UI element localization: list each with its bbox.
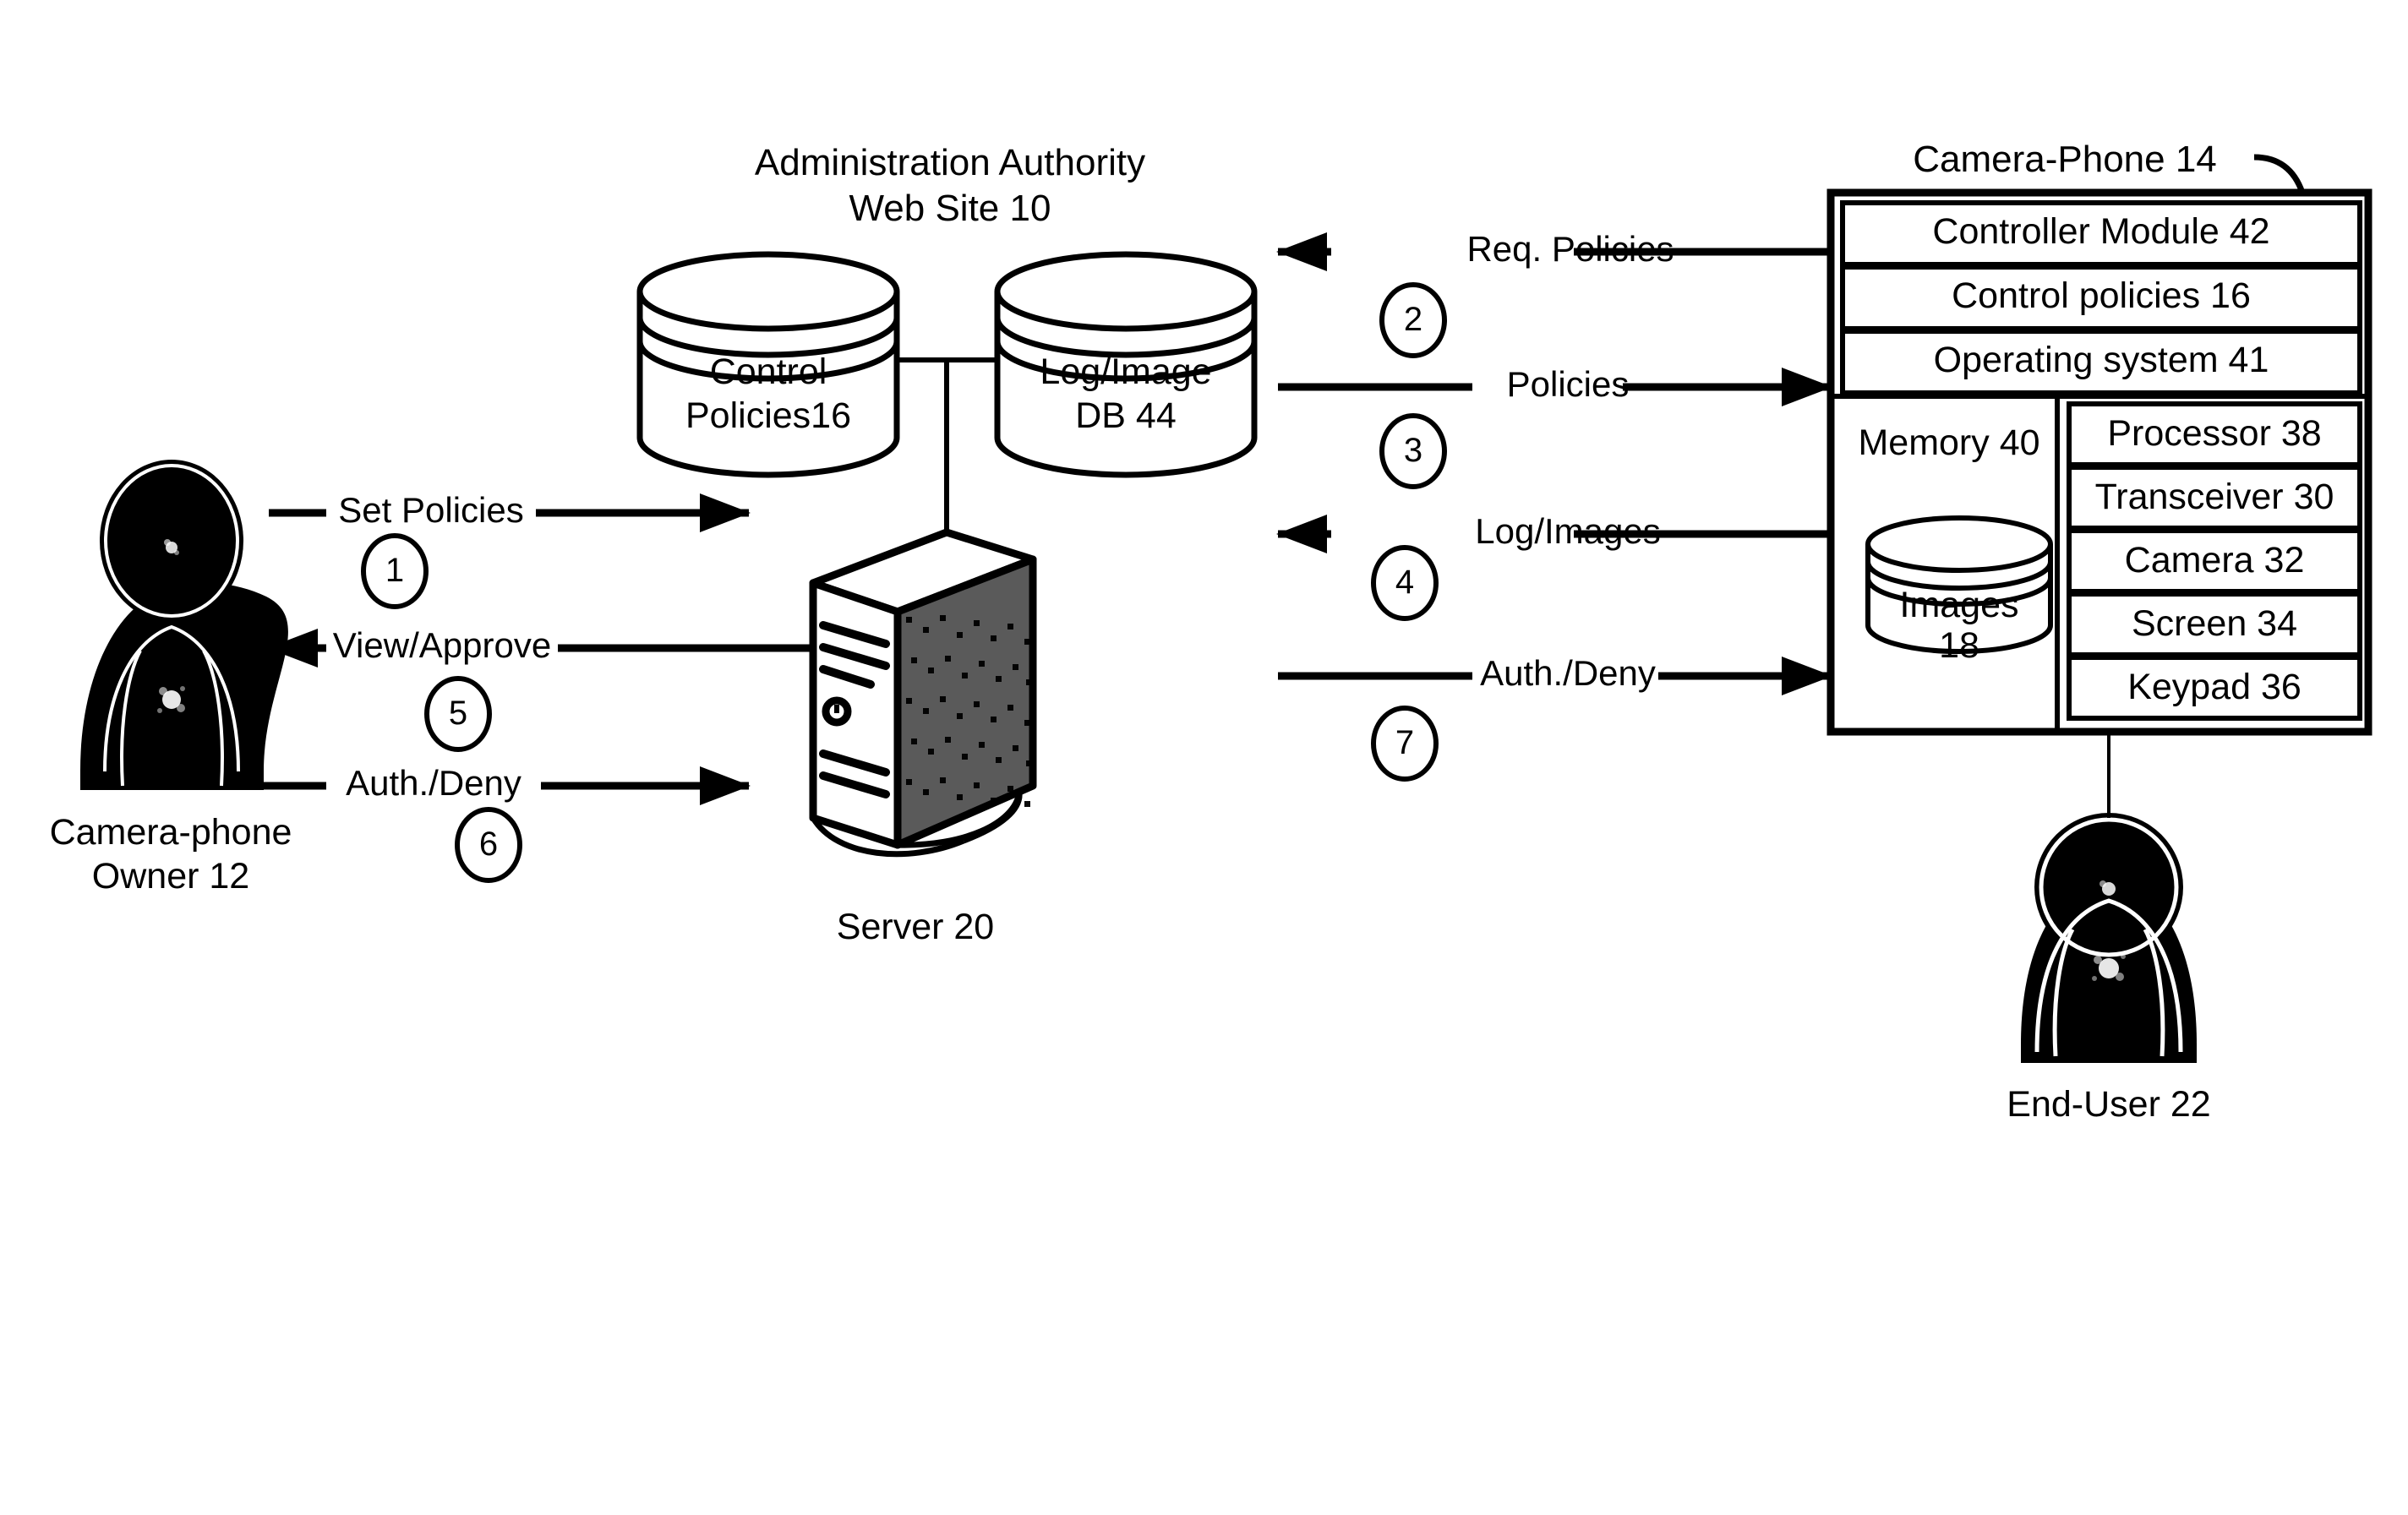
camera-phone-owner-silhouette-icon	[80, 460, 288, 790]
component-screen: Screen 34	[2131, 603, 2298, 644]
end-user-silhouette-icon	[2021, 732, 2197, 1063]
component-processor: Processor 38	[2107, 413, 2322, 454]
camera-phone-title: Camera-Phone 14	[1913, 139, 2217, 180]
step-number-1: 1	[385, 552, 405, 589]
log-image-db-label-line1: Log/Image	[1040, 352, 1212, 392]
step-number-2: 2	[1403, 301, 1423, 338]
control-policies-db-label-line2: Policies16	[685, 395, 851, 436]
camera-phone-row-controller-module: Controller Module 42	[1932, 211, 2270, 252]
flow-arrows-right	[1276, 232, 1832, 695]
server-label: Server 20	[836, 907, 995, 947]
component-transceiver: Transceiver 30	[2094, 477, 2334, 517]
admin-authority-title-line2: Web Site 10	[849, 188, 1051, 229]
flow-label-policies: Policies	[1506, 364, 1630, 404]
flow-label-auth-deny-left: Auth./Deny	[346, 763, 521, 803]
flow-label-req-policies: Req. Policies	[1466, 229, 1674, 269]
admin-authority-title-line1: Administration Authority	[754, 142, 1146, 183]
flow-label-set-policies: Set Policies	[338, 490, 524, 530]
db-server-connector	[897, 357, 997, 532]
server-tower-icon	[809, 528, 1037, 858]
camera-phone-owner-label-line1: Camera-phone	[49, 812, 292, 853]
step-number-5: 5	[448, 695, 468, 732]
patent-figure: Administration Authority Web Site 10 Con…	[0, 0, 2408, 1515]
images-store-label-line2: 18	[1939, 625, 1979, 666]
control-policies-db-label-line1: Control	[709, 352, 827, 392]
log-image-db-label-line2: DB 44	[1075, 395, 1177, 436]
component-keypad: Keypad 36	[2127, 667, 2302, 707]
flow-label-view-approve: View/Approve	[332, 625, 552, 665]
component-camera: Camera 32	[2124, 540, 2305, 580]
camera-phone-owner-label-line2: Owner 12	[91, 856, 250, 896]
step-number-4: 4	[1395, 564, 1415, 601]
step-number-6: 6	[478, 826, 499, 863]
camera-phone-leader-line	[2253, 154, 2306, 194]
step-number-7: 7	[1395, 724, 1415, 761]
memory-label: Memory 40	[1858, 422, 2040, 463]
images-store-label-line1: Images	[1899, 585, 2019, 625]
camera-phone-row-control-policies: Control policies 16	[1952, 275, 2251, 316]
camera-phone-row-operating-system: Operating system 41	[1933, 340, 2269, 380]
flow-label-log-images: Log/Images	[1475, 511, 1661, 551]
step-number-3: 3	[1403, 432, 1423, 469]
end-user-label: End-User 22	[2007, 1084, 2211, 1125]
flow-label-auth-deny-right: Auth./Deny	[1480, 653, 1656, 693]
